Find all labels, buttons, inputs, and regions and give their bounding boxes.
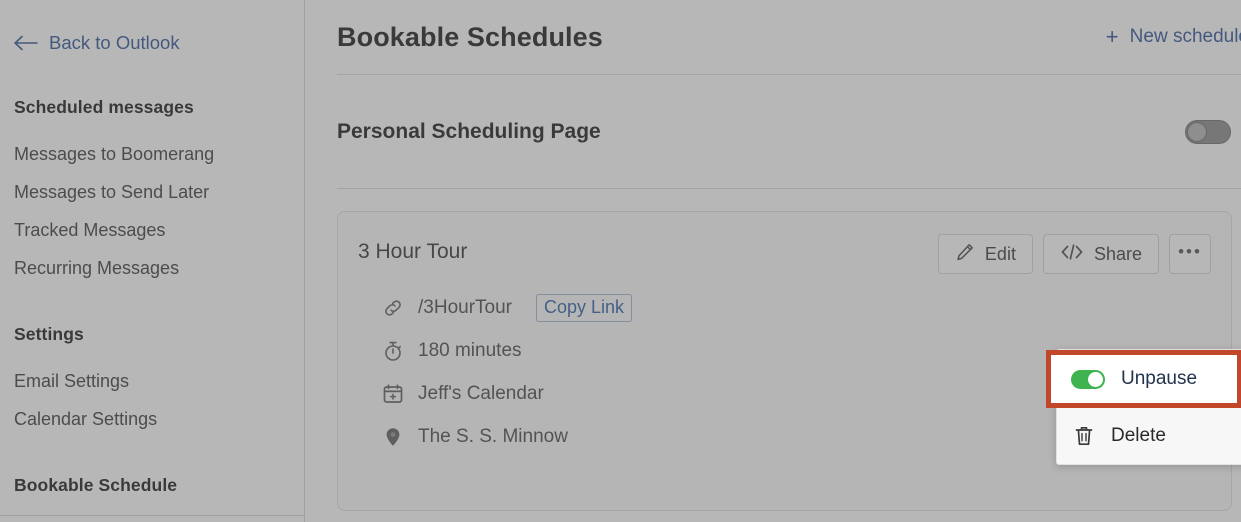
sidebar-group-scheduled-messages: Scheduled messages: [14, 97, 194, 117]
screen-root: Back to Outlook Scheduled messages Messa…: [0, 0, 1241, 522]
sidebar-bottom-divider: [0, 515, 304, 516]
toggle-knob: [1187, 121, 1207, 142]
location-pin-icon: [382, 426, 404, 448]
sidebar: Back to Outlook Scheduled messages Messa…: [0, 0, 305, 522]
toggle-on-icon: [1071, 369, 1105, 389]
new-schedule-button[interactable]: + New schedule: [1106, 26, 1241, 48]
share-button[interactable]: Share: [1042, 234, 1159, 274]
trash-icon: [1073, 425, 1095, 447]
page-header: Bookable Schedules + New schedule: [337, 0, 1241, 74]
card-meta-calendar-text: Jeff's Calendar: [418, 382, 544, 404]
more-options-button[interactable]: •••: [1169, 234, 1211, 274]
card-meta-link-text: /3HourTour: [418, 296, 512, 318]
card-meta-duration-text: 180 minutes: [418, 339, 522, 361]
ellipsis-icon: •••: [1178, 241, 1202, 261]
menu-item-unpause-label: Unpause: [1121, 368, 1198, 389]
edit-label: Edit: [984, 243, 1016, 264]
personal-scheduling-page-toggle[interactable]: [1185, 119, 1231, 144]
app-layer: Back to Outlook Scheduled messages Messa…: [0, 0, 1241, 522]
arrow-left-icon: [14, 35, 38, 51]
card-meta-location-text: The S. S. Minnow: [418, 425, 568, 447]
link-icon: [382, 297, 404, 319]
calendar-add-icon: [382, 383, 404, 405]
card-action-buttons: Edit Share •••: [937, 234, 1211, 274]
card-title: 3 Hour Tour: [358, 240, 468, 263]
sidebar-item-recurring-messages[interactable]: Recurring Messages: [0, 258, 304, 279]
sidebar-item-messages-to-boomerang[interactable]: Messages to Boomerang: [0, 144, 304, 165]
back-to-outlook-link[interactable]: Back to Outlook: [0, 27, 304, 59]
back-to-outlook-label: Back to Outlook: [49, 32, 180, 53]
sidebar-item-calendar-settings[interactable]: Calendar Settings: [0, 409, 304, 430]
share-label: Share: [1093, 243, 1142, 264]
sidebar-item-messages-to-send-later[interactable]: Messages to Send Later: [0, 182, 304, 203]
code-brackets-icon: [1060, 242, 1084, 267]
menu-item-unpause-highlighted[interactable]: Unpause: [1051, 355, 1237, 403]
edit-button[interactable]: Edit: [937, 234, 1033, 274]
toggle-knob: [1088, 371, 1103, 387]
stopwatch-icon: [382, 340, 404, 362]
section-divider: [337, 188, 1241, 189]
card-header: 3 Hour Tour Edit Share •••: [358, 234, 1211, 274]
page-title: Bookable Schedules: [337, 21, 603, 52]
sidebar-item-email-settings[interactable]: Email Settings: [0, 371, 304, 392]
card-meta-row-link: /3HourTour Copy Link: [358, 286, 1211, 329]
pencil-icon: [955, 242, 975, 267]
personal-scheduling-page-row: Personal Scheduling Page: [337, 75, 1241, 188]
sidebar-group-bookable-schedule: Bookable Schedule: [14, 475, 178, 495]
highlight-annotation-unpause: Unpause: [1046, 350, 1241, 408]
plus-icon: +: [1105, 24, 1119, 49]
sidebar-group-settings: Settings: [14, 324, 84, 344]
sidebar-item-tracked-messages[interactable]: Tracked Messages: [0, 220, 304, 241]
menu-item-delete-label: Delete: [1111, 425, 1166, 446]
copy-link-button[interactable]: Copy Link: [536, 293, 633, 322]
new-schedule-label: New schedule: [1129, 26, 1241, 47]
personal-scheduling-page-label: Personal Scheduling Page: [337, 119, 601, 143]
menu-item-delete[interactable]: Delete: [1057, 407, 1241, 464]
